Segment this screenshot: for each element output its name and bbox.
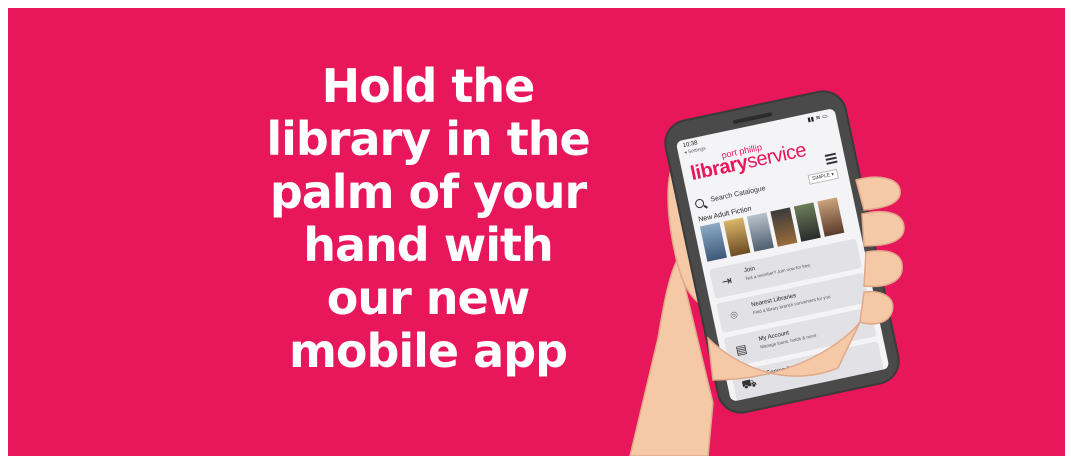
- account-card-icon: ▤: [734, 341, 749, 358]
- cart-icon: ⛟: [740, 375, 759, 393]
- book-cover[interactable]: [817, 197, 845, 237]
- book-cover[interactable]: [723, 217, 751, 257]
- book-cover[interactable]: [793, 202, 821, 242]
- logo-word-library: library: [688, 151, 750, 186]
- hand-illustration: [629, 151, 715, 456]
- book-cover[interactable]: [746, 212, 774, 252]
- menu-card-title: Join: [743, 266, 756, 275]
- sign-in-icon: ⇥: [720, 273, 734, 289]
- status-icons: ▮▮ ≋ ▭: [807, 113, 829, 124]
- search-scope-select[interactable]: SIMPLE ▾: [807, 168, 839, 185]
- hamburger-menu-icon[interactable]: [824, 152, 838, 167]
- search-icon: [694, 198, 705, 209]
- menu-card-title: Genres Items: [765, 363, 802, 377]
- location-pin-icon: ⌾: [729, 307, 740, 323]
- promo-banner: Hold the library in the palm of your han…: [8, 8, 1065, 456]
- search-input[interactable]: Search Catalogue: [710, 185, 766, 203]
- menu-list: ⇥ Join Not a member? Join now for free. …: [709, 238, 885, 402]
- book-cover[interactable]: [770, 207, 798, 247]
- book-cover[interactable]: [699, 222, 727, 262]
